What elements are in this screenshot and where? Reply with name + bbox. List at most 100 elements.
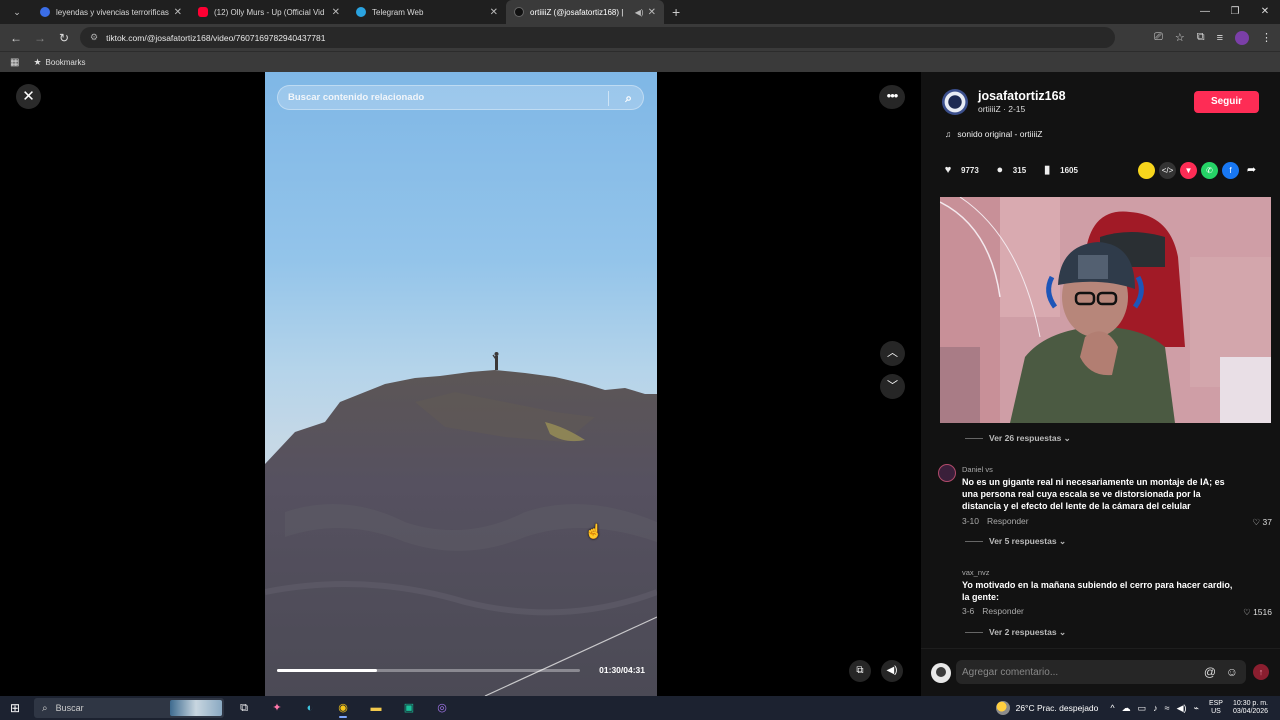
emoji-icon[interactable]: ☺ xyxy=(1226,665,1238,679)
browser-menu-icon[interactable]: ⋮ xyxy=(1261,31,1272,44)
reload-icon[interactable]: ↻ xyxy=(52,31,76,45)
browser-tab-4[interactable]: ortiiiiZ (@josafatortiz168) | ◀) ✕ xyxy=(506,0,664,24)
video-progress-bar[interactable] xyxy=(277,669,580,672)
sound-link[interactable]: ♫ sonido original - ortiiiiZ xyxy=(945,129,1042,139)
speaker-icon[interactable]: ◀) xyxy=(1177,703,1187,714)
comment-input[interactable]: Agregar comentario... @ ☺ xyxy=(956,660,1246,684)
taskbar-search[interactable]: ⌕ Buscar xyxy=(34,698,224,718)
share-buttons: </> ▼ ✆ f ➦ xyxy=(1138,162,1260,179)
minimize-icon[interactable]: — xyxy=(1190,0,1220,24)
close-tab-icon[interactable]: ✕ xyxy=(490,7,498,18)
heart-outline-icon: ♡ xyxy=(1243,607,1254,617)
bookmark-star-icon[interactable]: ☆ xyxy=(1175,31,1185,44)
reply-button[interactable]: Responder xyxy=(982,606,1024,616)
close-tab-icon[interactable]: ✕ xyxy=(174,7,182,18)
restore-icon[interactable]: ❐ xyxy=(1220,0,1250,24)
next-video-button[interactable]: ﹀ xyxy=(880,374,905,399)
video-time: 01:30/04:31 xyxy=(599,665,645,675)
comment-like[interactable]: ♡ 1516 xyxy=(1243,607,1272,618)
share-facebook-icon[interactable]: f xyxy=(1222,162,1239,179)
copilot-icon[interactable]: ✦ xyxy=(264,698,290,718)
task-view-icon[interactable]: ⧉ xyxy=(231,698,257,718)
close-tab-icon[interactable]: ✕ xyxy=(332,7,340,18)
previous-video-button[interactable]: ︿ xyxy=(880,341,905,366)
app-green-icon[interactable]: ▣ xyxy=(396,698,422,718)
comment-icon[interactable]: ● xyxy=(993,163,1007,177)
usb-icon[interactable]: ⌁ xyxy=(1194,703,1199,714)
forward-icon[interactable]: → xyxy=(28,31,52,45)
follow-button[interactable]: Seguir xyxy=(1194,91,1259,113)
comment-meta: 3-6 Responder xyxy=(962,606,1024,616)
clock[interactable]: 10:30 p. m. 03/04/2026 xyxy=(1233,700,1268,716)
close-tab-icon[interactable]: ✕ xyxy=(648,7,656,18)
reply-button[interactable]: Responder xyxy=(987,516,1029,526)
comment-avatar[interactable] xyxy=(938,464,956,482)
music-note-icon: ♫ xyxy=(945,129,952,139)
onedrive-icon[interactable]: ☁ xyxy=(1122,703,1131,714)
author-username[interactable]: josafatortiz168 xyxy=(978,89,1066,103)
comment-like[interactable]: ♡ 37 xyxy=(1253,517,1272,528)
bookmark-folder-star-icon: ★ xyxy=(33,56,42,67)
bookmarks-label[interactable]: Bookmarks xyxy=(46,58,86,67)
tab-search-menu-button[interactable]: ⌄ xyxy=(6,3,28,21)
video-player[interactable]: Buscar contenido relacionado ⌕ 01:30/04:… xyxy=(265,72,657,696)
current-user-avatar xyxy=(931,663,951,683)
comment-username[interactable]: vax_nvz xyxy=(962,568,990,577)
battery-icon[interactable]: ▭ xyxy=(1138,703,1147,714)
app-purple-icon[interactable]: ◎ xyxy=(429,698,455,718)
browser-tab-2[interactable]: (12) Olly Murs - Up (Official Vid ✕ xyxy=(190,0,348,24)
search-icon[interactable]: ⌕ xyxy=(625,91,632,106)
windows-taskbar: ⊞ ⌕ Buscar ⧉ ✦ ◐ ◉ ▬ ▣ ◎ 26°C Prac. desp… xyxy=(0,696,1280,720)
video-frame-scene xyxy=(265,352,657,696)
site-info-icon[interactable]: ⚙ xyxy=(90,32,98,43)
share-repost-icon[interactable]: ▼ xyxy=(1180,162,1197,179)
chevron-up-icon[interactable]: ^ xyxy=(1110,703,1114,714)
keyboard-language[interactable]: ESP US xyxy=(1209,700,1223,716)
microphone-icon[interactable]: ♪ xyxy=(1153,703,1158,714)
language-code: ESP xyxy=(1208,700,1223,707)
keyboard-layout: US xyxy=(1211,708,1221,715)
volume-button[interactable]: ◀) xyxy=(881,660,903,682)
back-icon[interactable]: ← xyxy=(4,31,28,45)
url-bar[interactable]: ⚙ tiktok.com/@josafatortiz168/video/7607… xyxy=(80,27,1115,48)
profile-avatar[interactable] xyxy=(1235,30,1249,45)
comment-username[interactable]: Daniel vs xyxy=(962,465,993,474)
share-whatsapp-icon[interactable]: ✆ xyxy=(1201,162,1218,179)
more-options-button[interactable]: ••• xyxy=(879,85,905,109)
view-replies-label: Ver 26 respuestas xyxy=(989,433,1062,443)
related-search-box[interactable]: Buscar contenido relacionado ⌕ xyxy=(277,85,644,110)
edge-icon[interactable]: ◐ xyxy=(297,698,323,718)
close-video-button[interactable]: ✕ xyxy=(16,84,41,109)
weather-text[interactable]: 26°C Prac. despejado xyxy=(1016,703,1099,713)
view-replies-toggle[interactable]: Ver 26 respuestas ⌄ xyxy=(965,433,1071,444)
browser-tab-1[interactable]: leyendas y vivencias terrorificas ✕ xyxy=(32,0,190,24)
new-tab-button[interactable]: + xyxy=(672,4,680,20)
close-window-icon[interactable]: ✕ xyxy=(1250,0,1280,24)
extensions-icon[interactable]: ⧉ xyxy=(1197,31,1205,44)
chevron-down-icon: ⌄ xyxy=(1056,627,1067,637)
heart-icon[interactable]: ♥ xyxy=(941,163,955,177)
tab-title: leyendas y vivencias terrorificas xyxy=(56,7,169,17)
media-control-icon[interactable]: ≡ xyxy=(1217,32,1223,44)
post-comment-button[interactable]: ↑ xyxy=(1253,664,1269,680)
bookmark-icon[interactable]: ▮ xyxy=(1040,163,1054,177)
heart-outline-icon: ♡ xyxy=(1252,517,1263,527)
mention-icon[interactable]: @ xyxy=(1204,665,1216,679)
cast-icon[interactable]: ⎚ xyxy=(1154,31,1163,44)
windows-start-icon[interactable]: ⊞ xyxy=(0,701,30,715)
wifi-icon[interactable]: ≈ xyxy=(1165,703,1170,714)
share-embed-icon[interactable]: </> xyxy=(1159,162,1176,179)
view-replies-toggle[interactable]: Ver 5 respuestas ⌄ xyxy=(965,536,1066,547)
share-more-icon[interactable]: ➦ xyxy=(1243,162,1260,179)
file-explorer-icon[interactable]: ▬ xyxy=(363,698,389,718)
comment-text: No es un gigante real ni necesariamente … xyxy=(962,477,1225,511)
apps-grid-icon[interactable]: ▦ xyxy=(10,57,19,68)
comment-date: 3-10 xyxy=(962,516,980,526)
speaker-icon[interactable]: ◀) xyxy=(635,8,644,17)
chrome-icon[interactable]: ◉ xyxy=(330,698,356,718)
browser-tab-3[interactable]: Telegram Web ✕ xyxy=(348,0,506,24)
share-snapchat-icon[interactable] xyxy=(1138,162,1155,179)
author-avatar[interactable] xyxy=(942,89,968,115)
view-replies-toggle[interactable]: Ver 2 respuestas ⌄ xyxy=(965,627,1066,638)
floating-player-button[interactable]: ⧉ xyxy=(849,660,871,682)
